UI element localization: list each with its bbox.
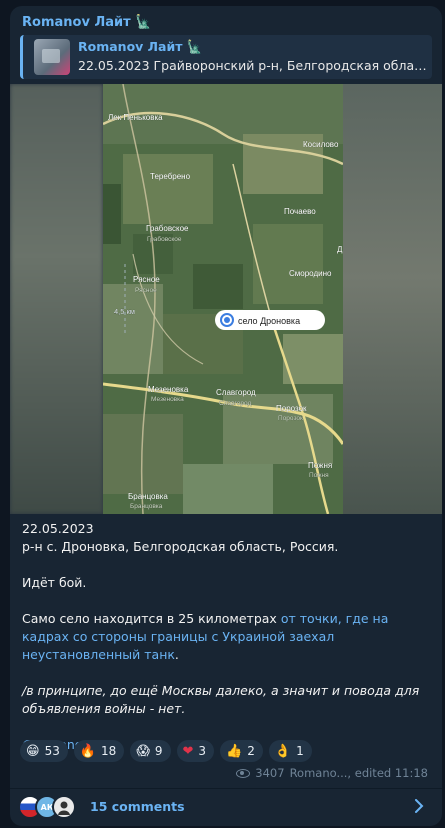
eye-icon: [236, 768, 251, 778]
reply-sender-name: Romanov Лайт 🗽: [78, 39, 203, 54]
post-paragraph-distance-pre: Само село находится в 25 километрах: [22, 611, 281, 626]
map-pin-label: село Дроновка: [238, 316, 300, 326]
reaction-count: 2: [247, 744, 255, 758]
ok-hand-emoji-icon: 👌: [274, 743, 292, 759]
reaction-scream[interactable]: 😱 9: [130, 740, 171, 762]
heart-emoji-icon: ❤: [182, 743, 194, 759]
map-label-smorodino: Смородино: [289, 269, 332, 278]
reaction-fire[interactable]: 🔥 18: [73, 740, 125, 762]
map-label-mezenovka: Мезеновка: [148, 385, 189, 394]
map-label-terebreno: Теребрено: [150, 172, 191, 181]
scream-emoji-icon: 😱: [136, 743, 150, 759]
comments-button[interactable]: АК 15 comments: [10, 789, 442, 826]
map-label-pozhnya: Пожня: [308, 461, 332, 470]
map-label-kosilovo: Косилово: [303, 140, 339, 149]
post-date: 22.05.2023: [22, 521, 94, 536]
map-label-mezenovka-sub: Мезеновка: [151, 396, 184, 403]
channel-post: Romanov Лайт 🗽 Romanov Лайт 🗽 22.05.2023…: [10, 6, 442, 826]
reaction-count: 3: [198, 744, 207, 758]
map-label-distance: 4,5 км: [114, 307, 135, 316]
map-location-pin: село Дроновка: [215, 310, 325, 330]
map-label-brantsovka-sub: Бранцовка: [130, 503, 163, 510]
map-label-porozok-sub: Порозок: [278, 415, 303, 422]
map-label-grabovskoe: Грабовское: [146, 224, 189, 233]
reaction-count: 18: [101, 744, 117, 758]
post-sender-name[interactable]: Romanov Лайт 🗽: [22, 15, 151, 30]
map-label-brantsovka: Бранцовка: [128, 492, 168, 501]
post-meta: 3407 Romano..., edited 11:18: [236, 766, 428, 780]
reaction-thumbs-up[interactable]: 👍 2: [220, 740, 263, 762]
fire-emoji-icon: 🔥: [79, 743, 97, 759]
reply-thumbnail: [34, 39, 70, 75]
reply-text: 22.05.2023 Грайворонский р-н, Белгородск…: [78, 58, 430, 73]
post-text: 22.05.2023 р-н с. Дроновка, Белгородская…: [22, 520, 432, 754]
reaction-count: 53: [44, 744, 60, 758]
reaction-count: 1: [296, 744, 304, 758]
map-label-slavgorod-sub: Славгород: [219, 400, 251, 407]
post-paragraph-distance: Само село находится в 25 километрах от т…: [22, 610, 432, 664]
map-label-pochaevo: Почаево: [284, 207, 316, 216]
map-label-porozok: Порозок: [276, 404, 307, 413]
post-battle: Идёт бой.: [22, 575, 87, 590]
post-author-edited: Romano..., edited 11:18: [289, 766, 428, 780]
map-label-pozhnya-sub: Пожня: [309, 472, 329, 479]
post-italic-note: /в принципе, до ещё Москвы далеко, а зна…: [22, 683, 420, 716]
post-location: р-н с. Дроновка, Белгородская область, Р…: [22, 539, 339, 554]
avatar: [52, 795, 76, 819]
post-image[interactable]: Лек Пеньковка Косилово Теребрено Почаево…: [10, 84, 442, 514]
reactions-bar: 😁 53 🔥 18 😱 9 ❤ 3 👍 2 👌 1: [20, 740, 312, 764]
map-screenshot: Лек Пеньковка Косилово Теребрено Почаево…: [103, 84, 343, 514]
grin-emoji-icon: 😁: [26, 743, 40, 759]
comments-count-label: 15 comments: [90, 799, 185, 814]
chevron-right-icon: [414, 799, 428, 813]
map-label-grabovskoe-sub: Грабовское: [147, 235, 182, 243]
map-label-penkovka: Лек Пеньковка: [108, 113, 163, 122]
image-blur-right: [343, 84, 442, 514]
thumbs-up-emoji-icon: 👍: [226, 743, 243, 759]
view-count: 3407: [255, 766, 285, 780]
reaction-grin[interactable]: 😁 53: [20, 740, 68, 762]
reaction-count: 9: [154, 744, 163, 758]
image-blur-left: [10, 84, 103, 514]
reaction-ok-hand[interactable]: 👌 1: [268, 740, 312, 762]
map-label-rasnoe: Рясное: [133, 275, 160, 284]
reply-preview[interactable]: Romanov Лайт 🗽 22.05.2023 Грайворонский …: [20, 35, 432, 79]
map-label-rasnoe-sub: Рясное: [135, 287, 157, 294]
post-paragraph-distance-post: .: [174, 647, 179, 662]
map-label-edge: Д: [337, 245, 343, 254]
reaction-heart[interactable]: ❤ 3: [176, 740, 215, 762]
map-label-slavgorod: Славгород: [216, 388, 256, 397]
